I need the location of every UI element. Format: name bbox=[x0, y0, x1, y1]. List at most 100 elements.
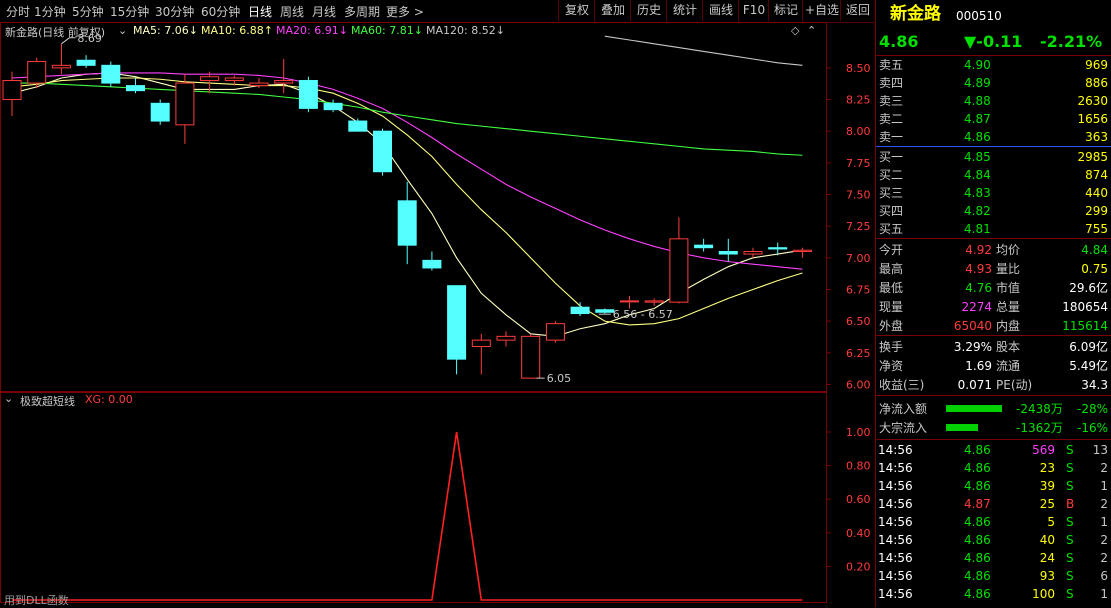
tick-volume: 100 bbox=[1032, 587, 1055, 601]
y-tick-label: 7.50 bbox=[846, 189, 871, 202]
bid-label: 买二 bbox=[879, 168, 904, 182]
flow-bar bbox=[946, 424, 978, 431]
y-tick-label: 6.25 bbox=[846, 347, 871, 360]
tick-time: 14:56 bbox=[878, 551, 913, 565]
tab-60min[interactable]: 60分钟 bbox=[201, 3, 240, 20]
dll-footer-note: 用到DLL函数 bbox=[4, 594, 69, 607]
stat-value: 65040 bbox=[953, 319, 992, 333]
tick-count: 1 bbox=[1100, 515, 1108, 529]
bid-label: 买四 bbox=[879, 204, 904, 218]
tick-count: 2 bbox=[1100, 551, 1108, 565]
stat-label: 股本 bbox=[996, 340, 1021, 354]
f10-button[interactable]: F10 bbox=[738, 0, 769, 21]
candle-body bbox=[348, 120, 368, 132]
candle-body bbox=[51, 64, 71, 69]
stat-label: 净资 bbox=[879, 359, 904, 373]
tick-time: 14:56 bbox=[878, 461, 913, 475]
stat-row: 换手 3.29% 股本 6.09亿 bbox=[876, 338, 1111, 356]
y-tick-label: 7.00 bbox=[846, 252, 871, 265]
range-label: 6.56 - 6.57 bbox=[613, 308, 673, 321]
stats-button[interactable]: 统计 bbox=[666, 0, 703, 21]
ask-row: 卖五 4.90 969 bbox=[876, 56, 1111, 74]
tab-multi-period[interactable]: 多周期 bbox=[344, 3, 380, 20]
tick-price: 4.86 bbox=[964, 569, 991, 583]
candle-body bbox=[150, 102, 170, 122]
stat-value: 4.93 bbox=[965, 262, 992, 276]
kline-chart[interactable]: 8.50 8.25 8.00 7.75 7.50 7.25 7.00 6.75 6.50 6.25… bbox=[0, 22, 874, 607]
stat-value: 4.92 bbox=[965, 243, 992, 257]
mark-button[interactable]: 标记 bbox=[768, 0, 803, 21]
candle-body bbox=[570, 306, 590, 315]
tab-1min[interactable]: 1分钟 bbox=[34, 3, 66, 20]
tick-count: 6 bbox=[1100, 569, 1108, 583]
stat-label: 流通 bbox=[996, 359, 1021, 373]
ask-volume: 2630 bbox=[1077, 94, 1108, 108]
candle-body bbox=[669, 238, 689, 303]
stat-label: 最低 bbox=[879, 281, 904, 295]
tick-side: S bbox=[1066, 443, 1074, 457]
stat-label: 今开 bbox=[879, 243, 904, 257]
high-marker bbox=[61, 37, 76, 45]
tick-price: 4.87 bbox=[964, 497, 991, 511]
ask-price: 4.87 bbox=[964, 112, 991, 126]
y-tick-label: 7.75 bbox=[846, 157, 871, 170]
stat-value: 5.49亿 bbox=[1069, 359, 1108, 373]
tick-row: 14:56 4.86 5 S 1 bbox=[876, 513, 1111, 531]
stat-row: 外盘 65040 内盘 115614 bbox=[876, 317, 1111, 335]
candle-body bbox=[200, 76, 220, 82]
tab-more[interactable]: 更多 > bbox=[386, 3, 424, 20]
candle-body bbox=[76, 59, 96, 66]
tab-weekly[interactable]: 周线 bbox=[280, 3, 304, 20]
y-tick-label: 8.25 bbox=[846, 94, 871, 107]
back-button[interactable]: 返回 bbox=[840, 0, 875, 21]
tab-5min[interactable]: 5分钟 bbox=[72, 3, 104, 20]
tab-15min[interactable]: 15分钟 bbox=[110, 3, 149, 20]
last-price: 4.86 bbox=[879, 32, 919, 51]
bid-price: 4.82 bbox=[964, 204, 991, 218]
stat-label: 总量 bbox=[996, 300, 1021, 314]
xg-signal-line bbox=[12, 431, 803, 601]
tab-daily[interactable]: 日线 bbox=[248, 3, 272, 20]
candle-body bbox=[718, 250, 738, 255]
tick-side: S bbox=[1066, 479, 1074, 493]
bid-price: 4.85 bbox=[964, 150, 991, 164]
stat-value: 6.09亿 bbox=[1069, 340, 1108, 354]
tab-30min[interactable]: 30分钟 bbox=[155, 3, 194, 20]
tab-monthly[interactable]: 月线 bbox=[312, 3, 336, 20]
overlay-button[interactable]: 叠加 bbox=[594, 0, 631, 21]
bid-price: 4.84 bbox=[964, 168, 991, 182]
tick-row: 14:56 4.87 25 B 2 bbox=[876, 495, 1111, 513]
tick-row: 14:56 4.86 569 S 13 bbox=[876, 441, 1111, 459]
stat-value: 34.3 bbox=[1081, 378, 1108, 392]
ind-y-tick-label: 0.40 bbox=[846, 527, 871, 540]
bid-price: 4.83 bbox=[964, 186, 991, 200]
ask-volume: 363 bbox=[1085, 130, 1108, 144]
bid-price: 4.81 bbox=[964, 222, 991, 236]
stat-row: 收益(三) 0.071 PE(动) 34.3 bbox=[876, 376, 1111, 394]
quote-panel: 新金路 000510 4.86 ▼-0.11 -2.21% 卖五 4.90 969 卖… bbox=[875, 0, 1111, 607]
candle-body bbox=[644, 300, 664, 303]
ask-row: 卖一 4.86 363 bbox=[876, 128, 1111, 146]
indicator-value: XG: 0.00 bbox=[85, 393, 133, 406]
tick-time: 14:56 bbox=[878, 587, 913, 601]
tab-intraday[interactable]: 分时 bbox=[6, 3, 30, 20]
history-button[interactable]: 历史 bbox=[630, 0, 667, 21]
candle-body bbox=[27, 61, 47, 84]
candle-body bbox=[743, 250, 763, 255]
indicator-panel-frame bbox=[0, 392, 827, 603]
y-tick-label: 6.50 bbox=[846, 315, 871, 328]
ask-volume: 1656 bbox=[1077, 112, 1108, 126]
tick-time: 14:56 bbox=[878, 497, 913, 511]
tick-time: 14:56 bbox=[878, 479, 913, 493]
tick-price: 4.86 bbox=[964, 461, 991, 475]
indicator-toggle-icon[interactable]: ⌄ bbox=[4, 392, 13, 405]
add-watchlist-button[interactable]: +自选 bbox=[802, 0, 841, 21]
ind-y-tick-label: 0.20 bbox=[846, 560, 871, 573]
ask-row: 卖四 4.89 886 bbox=[876, 74, 1111, 92]
draw-button[interactable]: 画线 bbox=[702, 0, 739, 21]
bid-label: 买一 bbox=[879, 150, 904, 164]
stat-value: 0.75 bbox=[1081, 262, 1108, 276]
ask-volume: 969 bbox=[1085, 58, 1108, 72]
adjust-button[interactable]: 复权 bbox=[558, 0, 595, 21]
stat-label: 现量 bbox=[879, 300, 904, 314]
